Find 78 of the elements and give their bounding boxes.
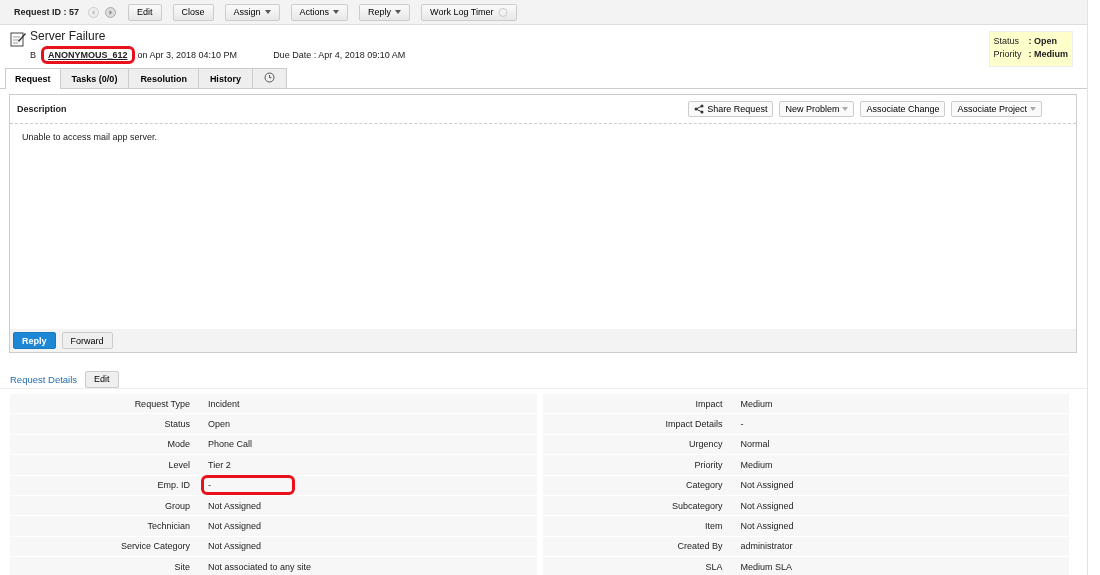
stopwatch-icon bbox=[498, 7, 509, 17]
field-label: Subcategory bbox=[670, 500, 724, 511]
field-value: Not Assigned bbox=[207, 540, 263, 554]
status-value: : Open bbox=[1028, 36, 1057, 46]
action-button[interactable]: Associate Change bbox=[860, 101, 946, 117]
caret-icon bbox=[264, 10, 271, 14]
field-label: Emp. ID bbox=[156, 480, 191, 491]
field-label: Group bbox=[164, 500, 191, 511]
field-label: Status bbox=[163, 419, 191, 430]
field-label: Priority bbox=[693, 459, 724, 470]
toolbar-button[interactable]: Edit bbox=[128, 3, 162, 21]
share-icon bbox=[694, 104, 705, 114]
field-value: Not Assigned bbox=[207, 499, 263, 513]
action-button[interactable]: New Problem bbox=[779, 101, 855, 117]
action-button[interactable]: Share Request bbox=[688, 101, 774, 117]
status-label: Priority bbox=[993, 48, 1023, 61]
next-icon[interactable] bbox=[105, 6, 117, 18]
field-value: - bbox=[739, 418, 745, 432]
field-value: Not Assigned bbox=[207, 520, 263, 534]
field-label: Created By bbox=[676, 541, 724, 552]
caret-icon bbox=[1030, 107, 1036, 111]
field-label: Urgency bbox=[688, 439, 724, 450]
tab[interactable]: History bbox=[197, 68, 253, 88]
reply-action-button[interactable]: Reply bbox=[13, 332, 56, 349]
tab[interactable]: Tasks (0/0) bbox=[59, 68, 130, 88]
request-title: Server Failure bbox=[30, 29, 107, 43]
reply-action-button[interactable]: Forward bbox=[61, 332, 113, 349]
field-value: - bbox=[204, 478, 292, 493]
toolbar-button[interactable]: Assign bbox=[224, 3, 280, 21]
author-link[interactable]: ANONYMOUS_612 bbox=[44, 49, 132, 61]
by-label: B bbox=[30, 50, 36, 60]
field-label: Site bbox=[173, 561, 191, 572]
edit-button[interactable]: Edit bbox=[85, 370, 119, 388]
field-label: Request Type bbox=[133, 398, 191, 409]
field-value: Phone Call bbox=[207, 438, 254, 452]
field-value: Tier 2 bbox=[207, 458, 232, 472]
field-label: Impact Details bbox=[664, 419, 724, 430]
toolbar-button[interactable]: Actions bbox=[290, 3, 349, 21]
section-title: Request Details bbox=[10, 373, 78, 385]
clock-tab[interactable] bbox=[251, 68, 287, 88]
status-value: : Medium bbox=[1028, 49, 1068, 59]
tab[interactable]: Request bbox=[5, 68, 61, 89]
toolbar-button[interactable]: Reply bbox=[359, 3, 411, 21]
field-value: Medium bbox=[739, 397, 774, 411]
field-value: administrator bbox=[739, 540, 794, 554]
field-label: Mode bbox=[166, 439, 191, 450]
clock-icon bbox=[263, 72, 275, 83]
field-value: Open bbox=[207, 418, 232, 432]
tab[interactable]: Resolution bbox=[128, 68, 199, 88]
description-text: Unable to access mail app server. bbox=[21, 131, 159, 144]
previous-icon[interactable] bbox=[88, 6, 100, 18]
due-date: Due Date : Apr 4, 2018 09:10 AM bbox=[273, 50, 406, 60]
caret-icon bbox=[333, 10, 340, 14]
field-label: Category bbox=[684, 480, 724, 491]
field-value: Not Assigned bbox=[739, 499, 795, 513]
field-label: Technician bbox=[146, 521, 191, 532]
edit-note-icon bbox=[10, 31, 26, 47]
toolbar-button[interactable]: Close bbox=[172, 3, 214, 21]
created-date: on Apr 3, 2018 04:10 PM bbox=[137, 50, 238, 60]
field-value: Not associated to any site bbox=[207, 560, 313, 574]
field-value: Normal bbox=[739, 438, 771, 452]
status-label: Status bbox=[993, 35, 1020, 48]
request-id: Request ID : 57 bbox=[14, 7, 80, 17]
description-title: Description bbox=[17, 104, 67, 114]
field-label: Item bbox=[704, 521, 724, 532]
field-label: Service Category bbox=[119, 541, 191, 552]
action-button[interactable]: Associate Project bbox=[951, 101, 1042, 117]
field-label: Level bbox=[167, 459, 191, 470]
field-value: Not Assigned bbox=[739, 479, 795, 493]
caret-icon bbox=[395, 10, 402, 14]
field-label: Impact bbox=[694, 398, 724, 409]
field-label: SLA bbox=[704, 561, 724, 572]
work-log-timer-button[interactable]: Work Log Timer bbox=[421, 3, 518, 21]
field-value: Incident bbox=[207, 397, 241, 411]
field-value: Medium SLA bbox=[739, 560, 794, 574]
field-value: Medium bbox=[739, 458, 774, 472]
caret-icon bbox=[842, 107, 849, 111]
field-value: Not Assigned bbox=[739, 520, 795, 534]
